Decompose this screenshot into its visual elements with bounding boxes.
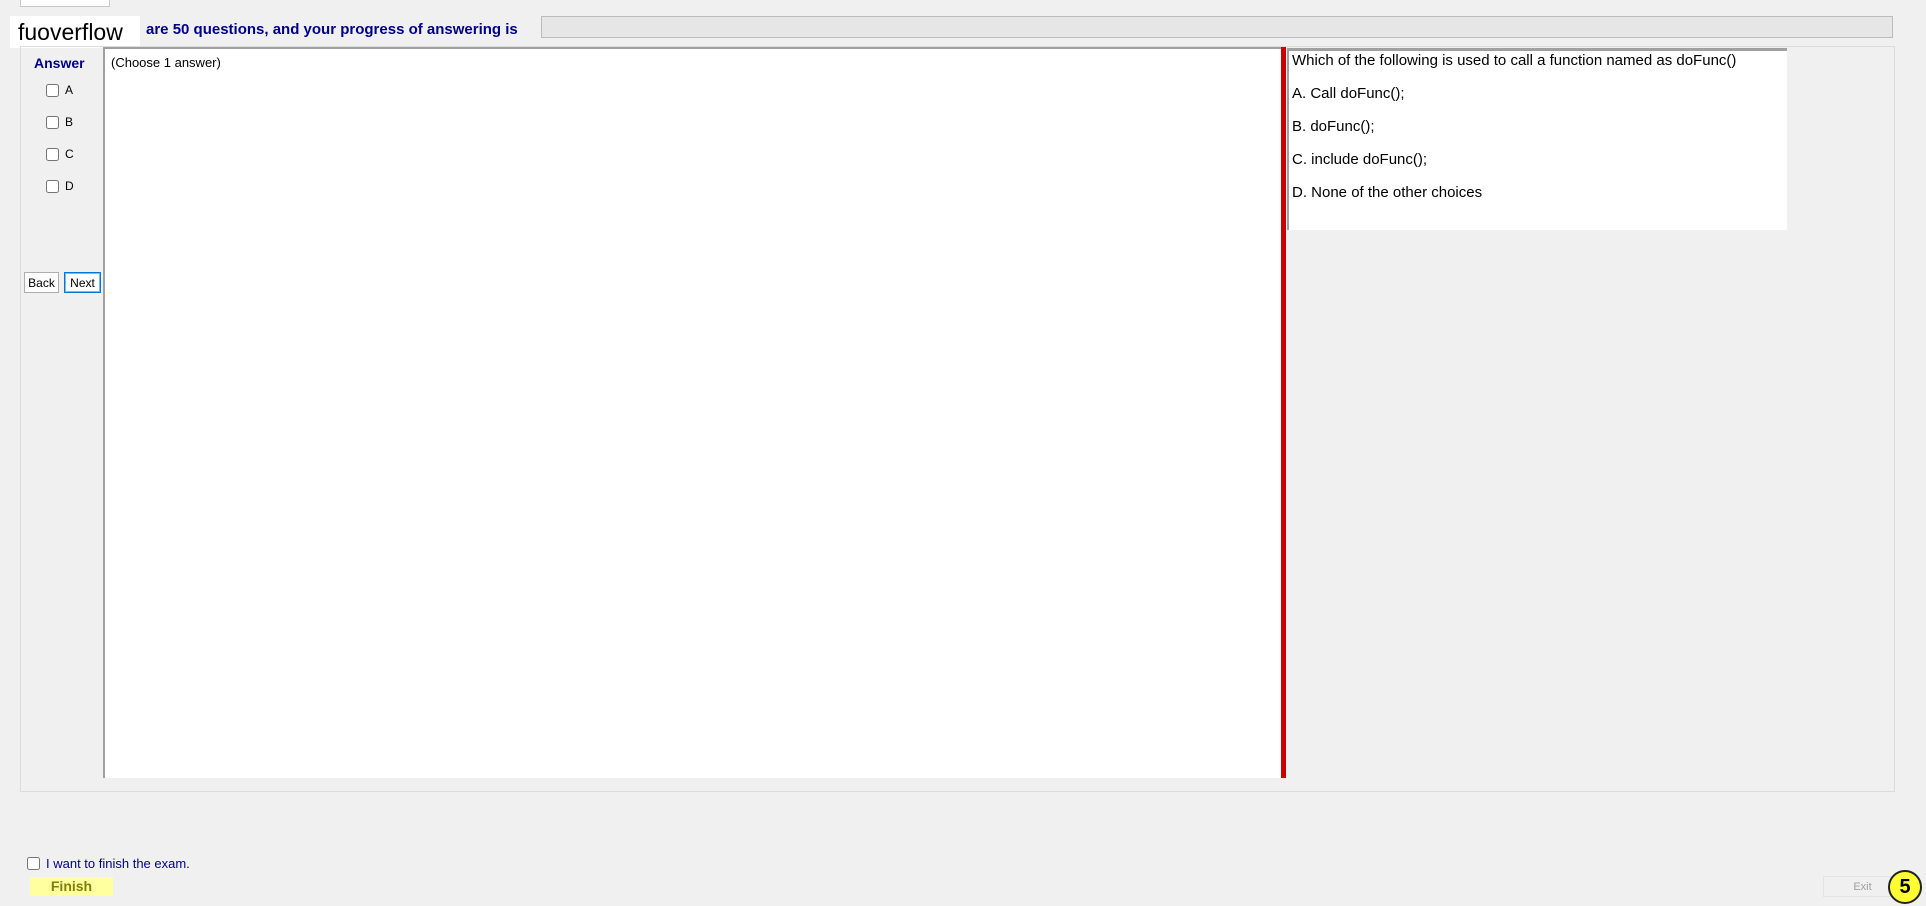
question-choice: D. None of the other choices — [1292, 184, 1483, 201]
answer-option-label: A — [65, 83, 74, 97]
window-tab[interactable] — [20, 0, 110, 7]
answer-checkbox-b[interactable] — [46, 115, 59, 129]
answer-title: Answer — [34, 55, 85, 71]
finish-exam-checkbox[interactable] — [27, 857, 40, 870]
answer-option-c[interactable]: C — [46, 147, 74, 161]
choose-hint: (Choose 1 answer) — [111, 55, 221, 70]
answer-checkbox-c[interactable] — [46, 147, 59, 161]
back-button[interactable]: Back — [24, 272, 59, 293]
answer-pane[interactable]: (Choose 1 answer) — [103, 47, 1282, 778]
number-badge: 5 — [1888, 870, 1922, 904]
answer-checkbox-d[interactable] — [46, 179, 59, 193]
answer-option-d[interactable]: D — [46, 179, 74, 193]
finish-exam-check[interactable]: I want to finish the exam. — [27, 856, 190, 871]
answer-option-b[interactable]: B — [46, 115, 73, 129]
answering-progress-bar — [541, 16, 1893, 38]
finish-exam-label: I want to finish the exam. — [46, 856, 190, 871]
question-choice: A. Call doFunc(); — [1292, 85, 1405, 102]
question-choice: B. doFunc(); — [1292, 118, 1375, 135]
answer-checkbox-a[interactable] — [46, 83, 59, 97]
question-box: Which of the following is used to call a… — [1287, 48, 1787, 230]
logo: fuoverflow — [10, 16, 140, 48]
pane-splitter[interactable] — [1281, 47, 1286, 778]
answer-option-label: B — [65, 115, 74, 129]
finish-button[interactable]: Finish — [30, 877, 113, 896]
answer-option-a[interactable]: A — [46, 83, 73, 97]
next-button[interactable]: Next — [64, 272, 101, 293]
answer-option-label: D — [65, 179, 74, 193]
progress-info-text: are 50 questions, and your progress of a… — [146, 21, 518, 38]
answer-option-label: C — [65, 147, 74, 161]
question-choice: C. include doFunc(); — [1292, 151, 1428, 168]
question-text: Which of the following is used to call a… — [1292, 52, 1737, 69]
